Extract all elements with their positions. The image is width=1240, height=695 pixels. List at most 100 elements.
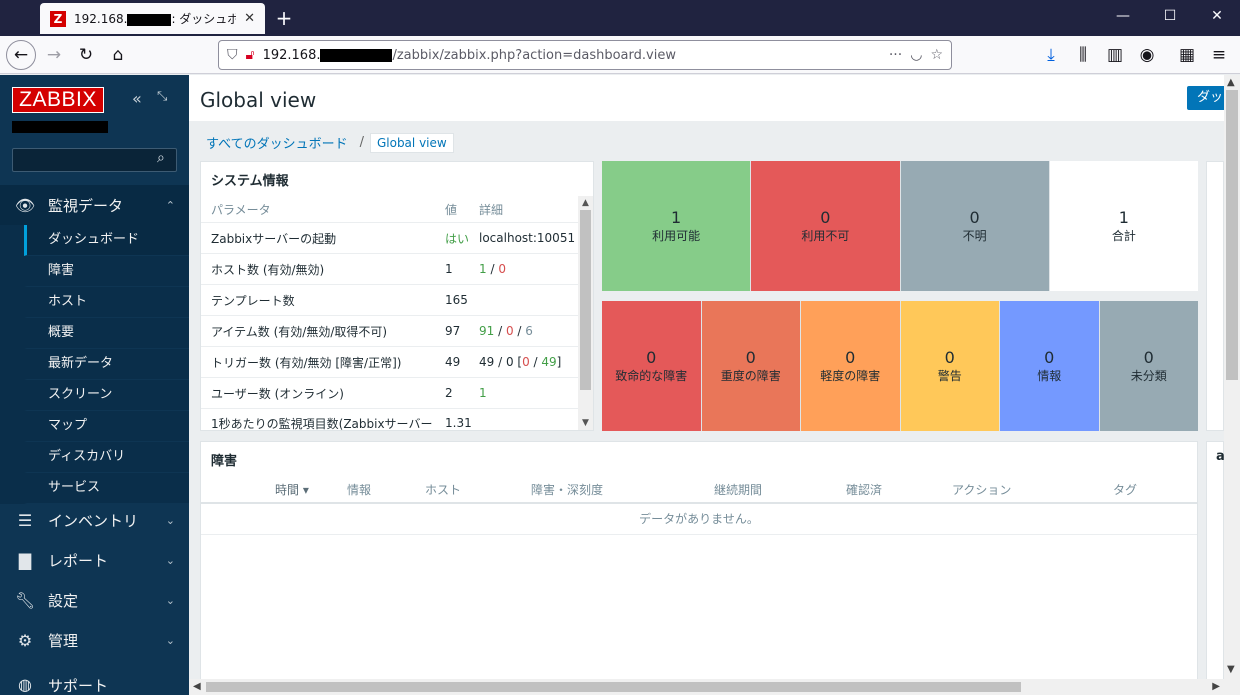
host-availability-cell[interactable]: 0 利用不可 (751, 161, 900, 291)
scroll-left-icon[interactable]: ◀ (193, 681, 201, 692)
disabled-count: 0 (498, 262, 506, 276)
insecure-lock-icon[interactable]: 🔓︎ (246, 47, 255, 63)
menu-label: レポート (48, 551, 109, 570)
menu-inventory[interactable]: ☰ インベントリ ⌄ (0, 500, 189, 540)
param-cell: ホスト数 (有効/無効) (211, 262, 325, 277)
menu-label: 設定 (48, 591, 79, 610)
submenu-discovery[interactable]: ディスカバリ (24, 442, 189, 473)
problem-count: 0 (522, 355, 530, 369)
table-row: ホスト数 (有効/無効) 1 1 / 0 (201, 254, 578, 285)
minimize-icon[interactable]: — (1108, 8, 1138, 24)
kiosk-mode-icon[interactable]: ⤡ (157, 89, 167, 104)
chevron-up-icon: ⌃ (165, 198, 175, 212)
browser-tab[interactable]: Z 192.168.: ダッシュボード ✕ (40, 3, 265, 34)
widget-title: 障害 (211, 454, 238, 469)
severity-cell[interactable]: 0 未分類 (1099, 301, 1198, 431)
host-availability-cell[interactable]: 1 利用可能 (602, 161, 751, 291)
shield-icon[interactable]: ⛉ (227, 47, 238, 63)
table-row: テンプレート数 165 (201, 285, 578, 316)
submenu-maps[interactable]: マップ (24, 411, 189, 442)
table-row: 1秒あたりの監視項目数(Zabbixサーバー 1.31 (201, 409, 578, 437)
submenu-screens[interactable]: スクリーン (24, 380, 189, 411)
download-icon[interactable]: ⤓ (1037, 42, 1065, 68)
submenu-overview[interactable]: 概要 (24, 318, 189, 349)
collapse-sidebar-icon[interactable]: « (132, 89, 142, 108)
maximize-icon[interactable]: ☐ (1155, 8, 1185, 24)
list-icon: ☰ (17, 510, 33, 530)
breadcrumb-current[interactable]: Global view (369, 132, 454, 153)
menu-label: 管理 (48, 631, 79, 650)
tab-title: 192.168.: ダッシュボード (74, 12, 237, 26)
scrollbar-thumb[interactable] (1226, 90, 1238, 380)
submenu-latest-data[interactable]: 最新データ (24, 349, 189, 380)
more-icon[interactable]: ··· (889, 47, 902, 63)
breadcrumb-separator: / (359, 135, 364, 150)
empty-message: データがありません。 (201, 504, 1197, 535)
host-availability-label: 利用不可 (801, 228, 850, 243)
host-availability-cell[interactable]: 0 不明 (900, 161, 1049, 291)
column-header-info: 情報 (347, 483, 372, 497)
new-tab-icon[interactable]: + (272, 6, 296, 30)
menu-monitoring[interactable]: 👁︎ 監視データ ⌃ (0, 185, 189, 225)
search-icon[interactable]: ⌕ (157, 150, 165, 166)
submenu-dashboard[interactable]: ダッシュボード (24, 225, 189, 256)
reload-icon[interactable]: ↻ (72, 42, 100, 68)
sidebar-icon[interactable]: ▥ (1101, 42, 1129, 68)
scroll-up-icon[interactable]: ▲ (578, 198, 593, 208)
submenu-hosts[interactable]: ホスト (24, 287, 189, 318)
column-header: パラメータ (211, 202, 271, 217)
forward-icon[interactable]: → (40, 42, 68, 68)
menu-icon[interactable]: ≡ (1205, 42, 1233, 68)
menu-reports[interactable]: ▇ レポート ⌄ (0, 540, 189, 580)
menu-configuration[interactable]: 🔧︎ 設定 ⌄ (0, 580, 189, 620)
pocket-icon[interactable]: ◡ (910, 47, 922, 63)
severity-count: 0 (1044, 347, 1055, 367)
scroll-down-icon[interactable]: ▼ (1227, 664, 1235, 675)
host-availability-label: 合計 (1111, 228, 1136, 243)
scroll-right-icon[interactable]: ▶ (1212, 681, 1220, 692)
column-header-duration: 継続期間 (714, 483, 763, 497)
severity-cell[interactable]: 0 重度の障害 (701, 301, 800, 431)
url-text: 192.168./zabbix/zabbix.php?action=dashbo… (262, 47, 676, 63)
library-icon[interactable]: ⫼ (1069, 42, 1097, 68)
scrollbar-thumb[interactable] (206, 682, 1021, 692)
severity-label: 重度の障害 (720, 368, 781, 383)
detail-text: ] (556, 355, 562, 369)
menu-label: 監視データ (48, 196, 124, 215)
url-bar[interactable]: ⛉ 🔓︎ 192.168./zabbix/zabbix.php?action=d… (218, 40, 952, 70)
menu-support[interactable]: ◍ サポート (0, 675, 189, 695)
severity-cell[interactable]: 0 軽度の障害 (801, 301, 900, 431)
severity-cell[interactable]: 0 致命的な障害 (602, 301, 701, 431)
severity-cell[interactable]: 0 情報 (1000, 301, 1099, 431)
chevron-down-icon: ⌄ (165, 553, 175, 567)
zabbix-logo[interactable]: ZABBIX (12, 87, 104, 113)
sidebar-search-input[interactable] (12, 148, 177, 172)
menu-administration[interactable]: ⚙ 管理 ⌄ (0, 620, 189, 660)
account-icon[interactable]: ◉ (1133, 42, 1161, 68)
redacted-block (320, 48, 393, 62)
bookmark-star-icon[interactable]: ☆ (930, 47, 943, 63)
column-header: 値 (445, 202, 458, 217)
window-close-icon[interactable]: ✕ (1202, 8, 1232, 24)
scroll-up-icon[interactable]: ▲ (1227, 77, 1235, 88)
extensions-icon[interactable]: ▦ (1173, 42, 1201, 68)
host-availability-count: 1 (1118, 207, 1129, 227)
submenu-problems[interactable]: 障害 (24, 256, 189, 287)
host-availability-cell[interactable]: 1 合計 (1049, 161, 1198, 291)
detail-cell: 49 / 0 [0 / 49] (479, 355, 562, 369)
value-cell: 2 (445, 386, 453, 400)
disabled-count: 0 (505, 324, 514, 338)
back-icon[interactable]: ← (6, 40, 36, 70)
scrollbar-thumb[interactable] (580, 210, 591, 390)
breadcrumb-all-dashboards[interactable]: すべてのダッシュボード (200, 131, 354, 154)
redacted-block (12, 121, 108, 133)
support-icon: ◍ (18, 675, 32, 694)
severity-count: 0 (745, 347, 756, 367)
column-header-time[interactable]: 時間 ▾ (275, 481, 309, 498)
ok-count: 49 (541, 355, 557, 369)
param-cell: トリガー数 (有効/無効 [障害/正常]) (211, 355, 402, 370)
tab-close-icon[interactable]: ✕ (244, 11, 255, 26)
scroll-down-icon[interactable]: ▼ (578, 418, 593, 428)
home-icon[interactable]: ⌂ (104, 42, 132, 68)
severity-cell[interactable]: 0 警告 (900, 301, 999, 431)
